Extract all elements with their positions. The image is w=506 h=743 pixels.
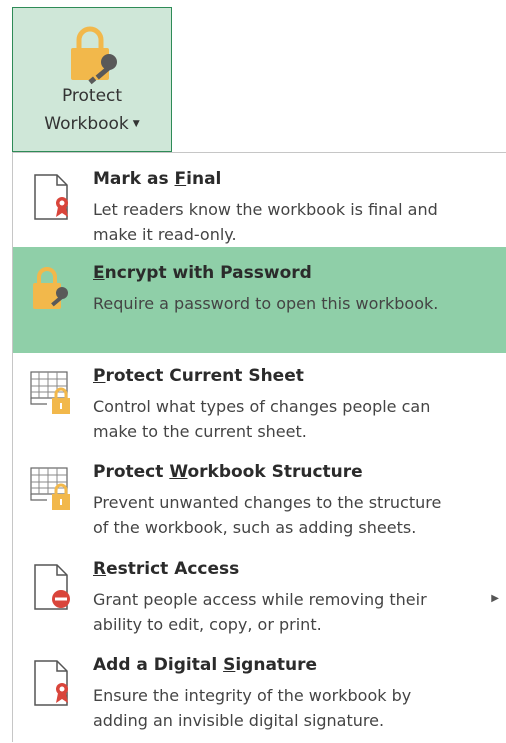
menu-item-title: Restrict Access [93,559,240,579]
menu-item-title: Protect Current Sheet [93,366,304,386]
menu-item-description: Let readers know the workbook is final a… [93,200,438,244]
menu-item-protect-current-sheet[interactable]: Protect Current Sheet Control what types… [13,358,506,454]
menu-item-protect-workbook-structure[interactable]: Protect Workbook Structure Prevent unwan… [13,454,506,550]
menu-item-title: Add a Digital Signature [93,655,318,675]
menu-item-restrict-access[interactable]: Restrict Access Grant people access whil… [13,551,506,647]
protect-workbook-menu: Mark as Final Let readers know the workb… [12,152,506,742]
workbook-lock-icon [30,467,70,510]
lock-key-icon [33,267,68,309]
submenu-arrow-icon: ▶ [491,593,499,604]
menu-item-add-digital-signature[interactable]: Add a Digital Signature Ensure the integ… [13,647,506,743]
sheet-lock-icon [30,371,70,414]
menu-item-title: Encrypt with Password [93,263,312,283]
protect-workbook-button[interactable]: Protect Workbook ▼ [12,7,172,152]
menu-item-mark-as-final[interactable]: Mark as Final Let readers know the workb… [13,161,506,257]
protect-workbook-label-line2: Workbook ▼ [44,114,140,134]
menu-item-description: Require a password to open this workbook… [93,294,439,313]
dropdown-caret-icon: ▼ [132,119,140,129]
menu-item-encrypt-with-password[interactable]: Encrypt with Password Require a password… [13,247,506,353]
menu-item-title: Mark as Final [93,169,222,189]
menu-item-description: Control what types of changes people can… [93,397,431,441]
menu-item-description: Grant people access while removing their… [93,590,427,634]
document-ribbon-icon [34,660,68,706]
menu-item-description: Prevent unwanted changes to the structur… [93,493,442,537]
document-restrict-icon [34,564,70,610]
menu-item-description: Ensure the integrity of the workbook by … [93,686,412,730]
menu-item-title: Protect Workbook Structure [93,462,363,482]
document-ribbon-icon [34,174,68,220]
protect-workbook-label-line1: Protect [61,86,123,106]
lock-key-icon [71,26,117,85]
